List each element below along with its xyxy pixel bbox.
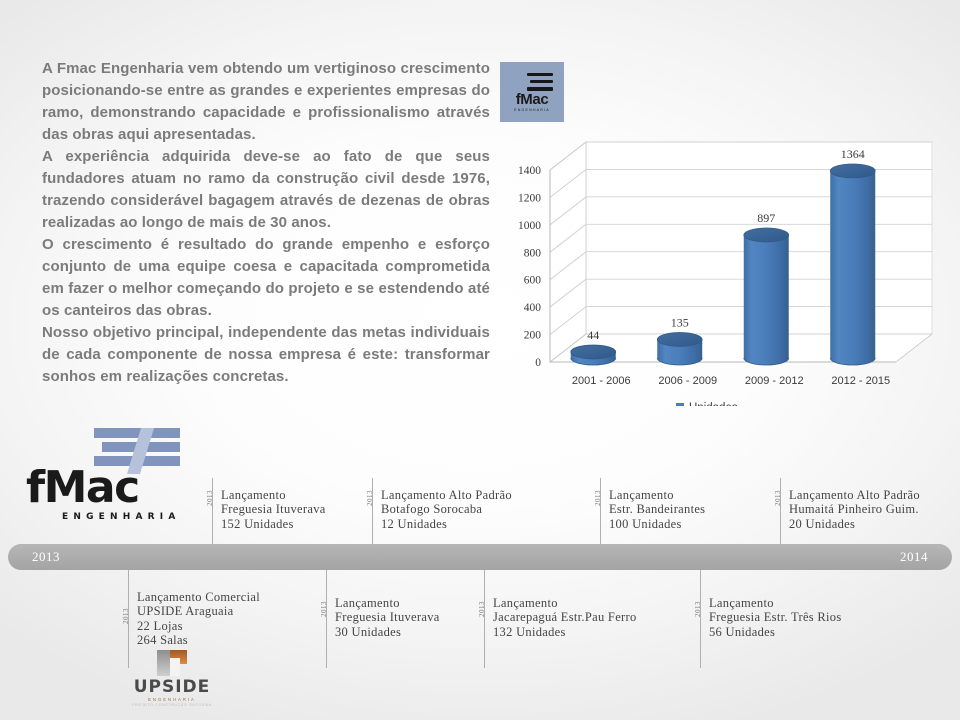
timeline-item-line: Lançamento: [709, 596, 774, 610]
upside-subtitle-2: PROJETO CONSTRUÇÃO REFORMA: [132, 703, 212, 707]
timeline-item-line: Estr. Bandeirantes: [609, 502, 706, 517]
timeline-item-text: Lançamento Estr. Bandeirantes 100 Unidades: [609, 488, 705, 531]
timeline-item-text: Lançamento Freguesia Ituverava 152 Unidade…: [221, 488, 326, 531]
y-axis-tick-label: 1400: [518, 165, 541, 177]
timeline-item-line: 100 Unidades: [609, 516, 682, 531]
legend-label: Unidades: [689, 402, 738, 406]
timeline-item-line: Lançamento: [221, 488, 286, 502]
intro-paragraph-2: A experiência adquirida deve-se ao fato …: [42, 148, 490, 231]
growth-bar-chart: 0 200 400 600 800 1000 1200 1400 44 2001 - 2006 13…: [498, 138, 950, 406]
upside-mark-icon: [157, 650, 187, 676]
upside-logo: UPSIDE ENGENHARIA PROJETO CONSTRUÇÃO REF…: [120, 650, 224, 707]
timeline-item-text: Lançamento Freguesia Ituverava 30 Unidades: [335, 596, 440, 639]
timeline-item-year: 2013: [694, 601, 702, 617]
timeline-item-line: Humaitá Pinheiro Guim.: [789, 502, 919, 517]
timeline-item-line: Lançamento: [609, 488, 674, 502]
timeline-item-line: 12 Unidades: [381, 516, 448, 531]
timeline-item-line: Freguesia Estr. Três Rios: [709, 610, 842, 625]
y-axis-tick-label: 400: [524, 302, 542, 314]
timeline-item-text: Lançamento Alto Padrão Humaitá Pinheiro G…: [789, 488, 920, 531]
x-axis-category-label: 2006 - 2009: [658, 375, 717, 387]
intro-paragraph-3: O crescimento é resultado do grande empe…: [42, 236, 490, 319]
timeline-item-year: 2013: [366, 490, 374, 506]
timeline-item-year: 2013: [478, 601, 486, 617]
timeline-item-text: Lançamento Jacarepaguá Estr.Pau Ferro 132 …: [493, 596, 637, 639]
x-axis-category-label: 2001 - 2006: [572, 375, 631, 387]
y-axis-tick-label: 800: [524, 247, 542, 259]
timeline-item-line: Lançamento: [335, 596, 400, 610]
timeline-year-band: 2013 2014: [8, 544, 952, 570]
timeline-item-line: Freguesia Ituverava: [335, 610, 440, 625]
bar-value-label: 135: [671, 315, 689, 329]
fmac-wordmark-small: fMac: [515, 90, 549, 108]
fmac-subtitle-small: ENGENHARIA: [514, 107, 550, 112]
intro-paragraph-block: A Fmac Engenharia vem obtendo um vertigi…: [42, 58, 490, 388]
upside-wordmark: UPSIDE: [133, 677, 211, 697]
bar-value-label: 897: [757, 211, 775, 225]
x-axis-category-label: 2012 - 2015: [831, 375, 890, 387]
legend-swatch: [676, 403, 684, 406]
intro-paragraph-1: A Fmac Engenharia vem obtendo um vertigi…: [42, 60, 490, 143]
x-axis-category-label: 2009 - 2012: [745, 375, 804, 387]
y-axis-tick-label: 200: [524, 330, 542, 342]
y-axis-tick-label: 1200: [518, 192, 541, 204]
timeline-item-line: 264 Salas: [137, 633, 188, 648]
timeline-item-year: 2013: [320, 601, 328, 617]
bar-value-label: 1364: [841, 147, 865, 161]
timeline-item-line: Lançamento: [493, 596, 558, 610]
project-timeline: 2013 Lançamento Freguesia Ituverava 152 Uni…: [0, 468, 960, 668]
fmac-logo-small: fMac ENGENHARIA: [500, 62, 564, 122]
timeline-item-line: 22 Lojas: [137, 618, 183, 633]
chart-svg: 0 200 400 600 800 1000 1200 1400 44 2001 - 2006 13…: [518, 141, 934, 406]
y-axis-tick-label: 0: [535, 357, 541, 369]
timeline-start-year: 2013: [32, 549, 60, 564]
timeline-item-line: 152 Unidades: [221, 516, 294, 531]
timeline-item-line: Jacarepaguá Estr.Pau Ferro: [493, 610, 637, 625]
timeline-item-text: Lançamento Comercial UPSIDE Araguaia 22 Lo…: [137, 590, 260, 648]
timeline-item-year: 2013: [122, 608, 130, 624]
y-axis-tick-label: 600: [524, 275, 542, 287]
timeline-item-line: 132 Unidades: [493, 624, 566, 639]
timeline-item-year: 2013: [594, 490, 602, 506]
timeline-item-year: 2013: [206, 490, 214, 506]
timeline-item-line: UPSIDE Araguaia: [137, 604, 234, 619]
timeline-item-line: 30 Unidades: [335, 624, 402, 639]
fmac-bars-icon: [527, 72, 553, 91]
bar-value-label: 44: [587, 328, 599, 342]
timeline-item-line: Botafogo Sorocaba: [381, 502, 483, 517]
timeline-item-line: 56 Unidades: [709, 624, 776, 639]
timeline-end-year: 2014: [900, 549, 928, 564]
timeline-item-line: Lançamento Alto Padrão: [789, 488, 920, 502]
timeline-item-year: 2013: [774, 490, 782, 506]
timeline-item-line: 20 Unidades: [789, 516, 856, 531]
y-axis-tick-label: 1000: [518, 220, 541, 232]
timeline-item-line: Freguesia Ituverava: [221, 502, 326, 517]
timeline-item-line: Lançamento Comercial: [137, 590, 260, 604]
intro-paragraph-4: Nosso objetivo principal, independente d…: [42, 324, 490, 385]
slide-canvas: A Fmac Engenharia vem obtendo um vertigi…: [0, 0, 960, 720]
upside-subtitle-1: ENGENHARIA: [148, 697, 196, 702]
timeline-item-text: Lançamento Freguesia Estr. Três Rios 56 Un…: [709, 596, 842, 639]
timeline-item-text: Lançamento Alto Padrão Botafogo Sorocaba 1…: [381, 488, 512, 531]
timeline-item-line: Lançamento Alto Padrão: [381, 488, 512, 502]
